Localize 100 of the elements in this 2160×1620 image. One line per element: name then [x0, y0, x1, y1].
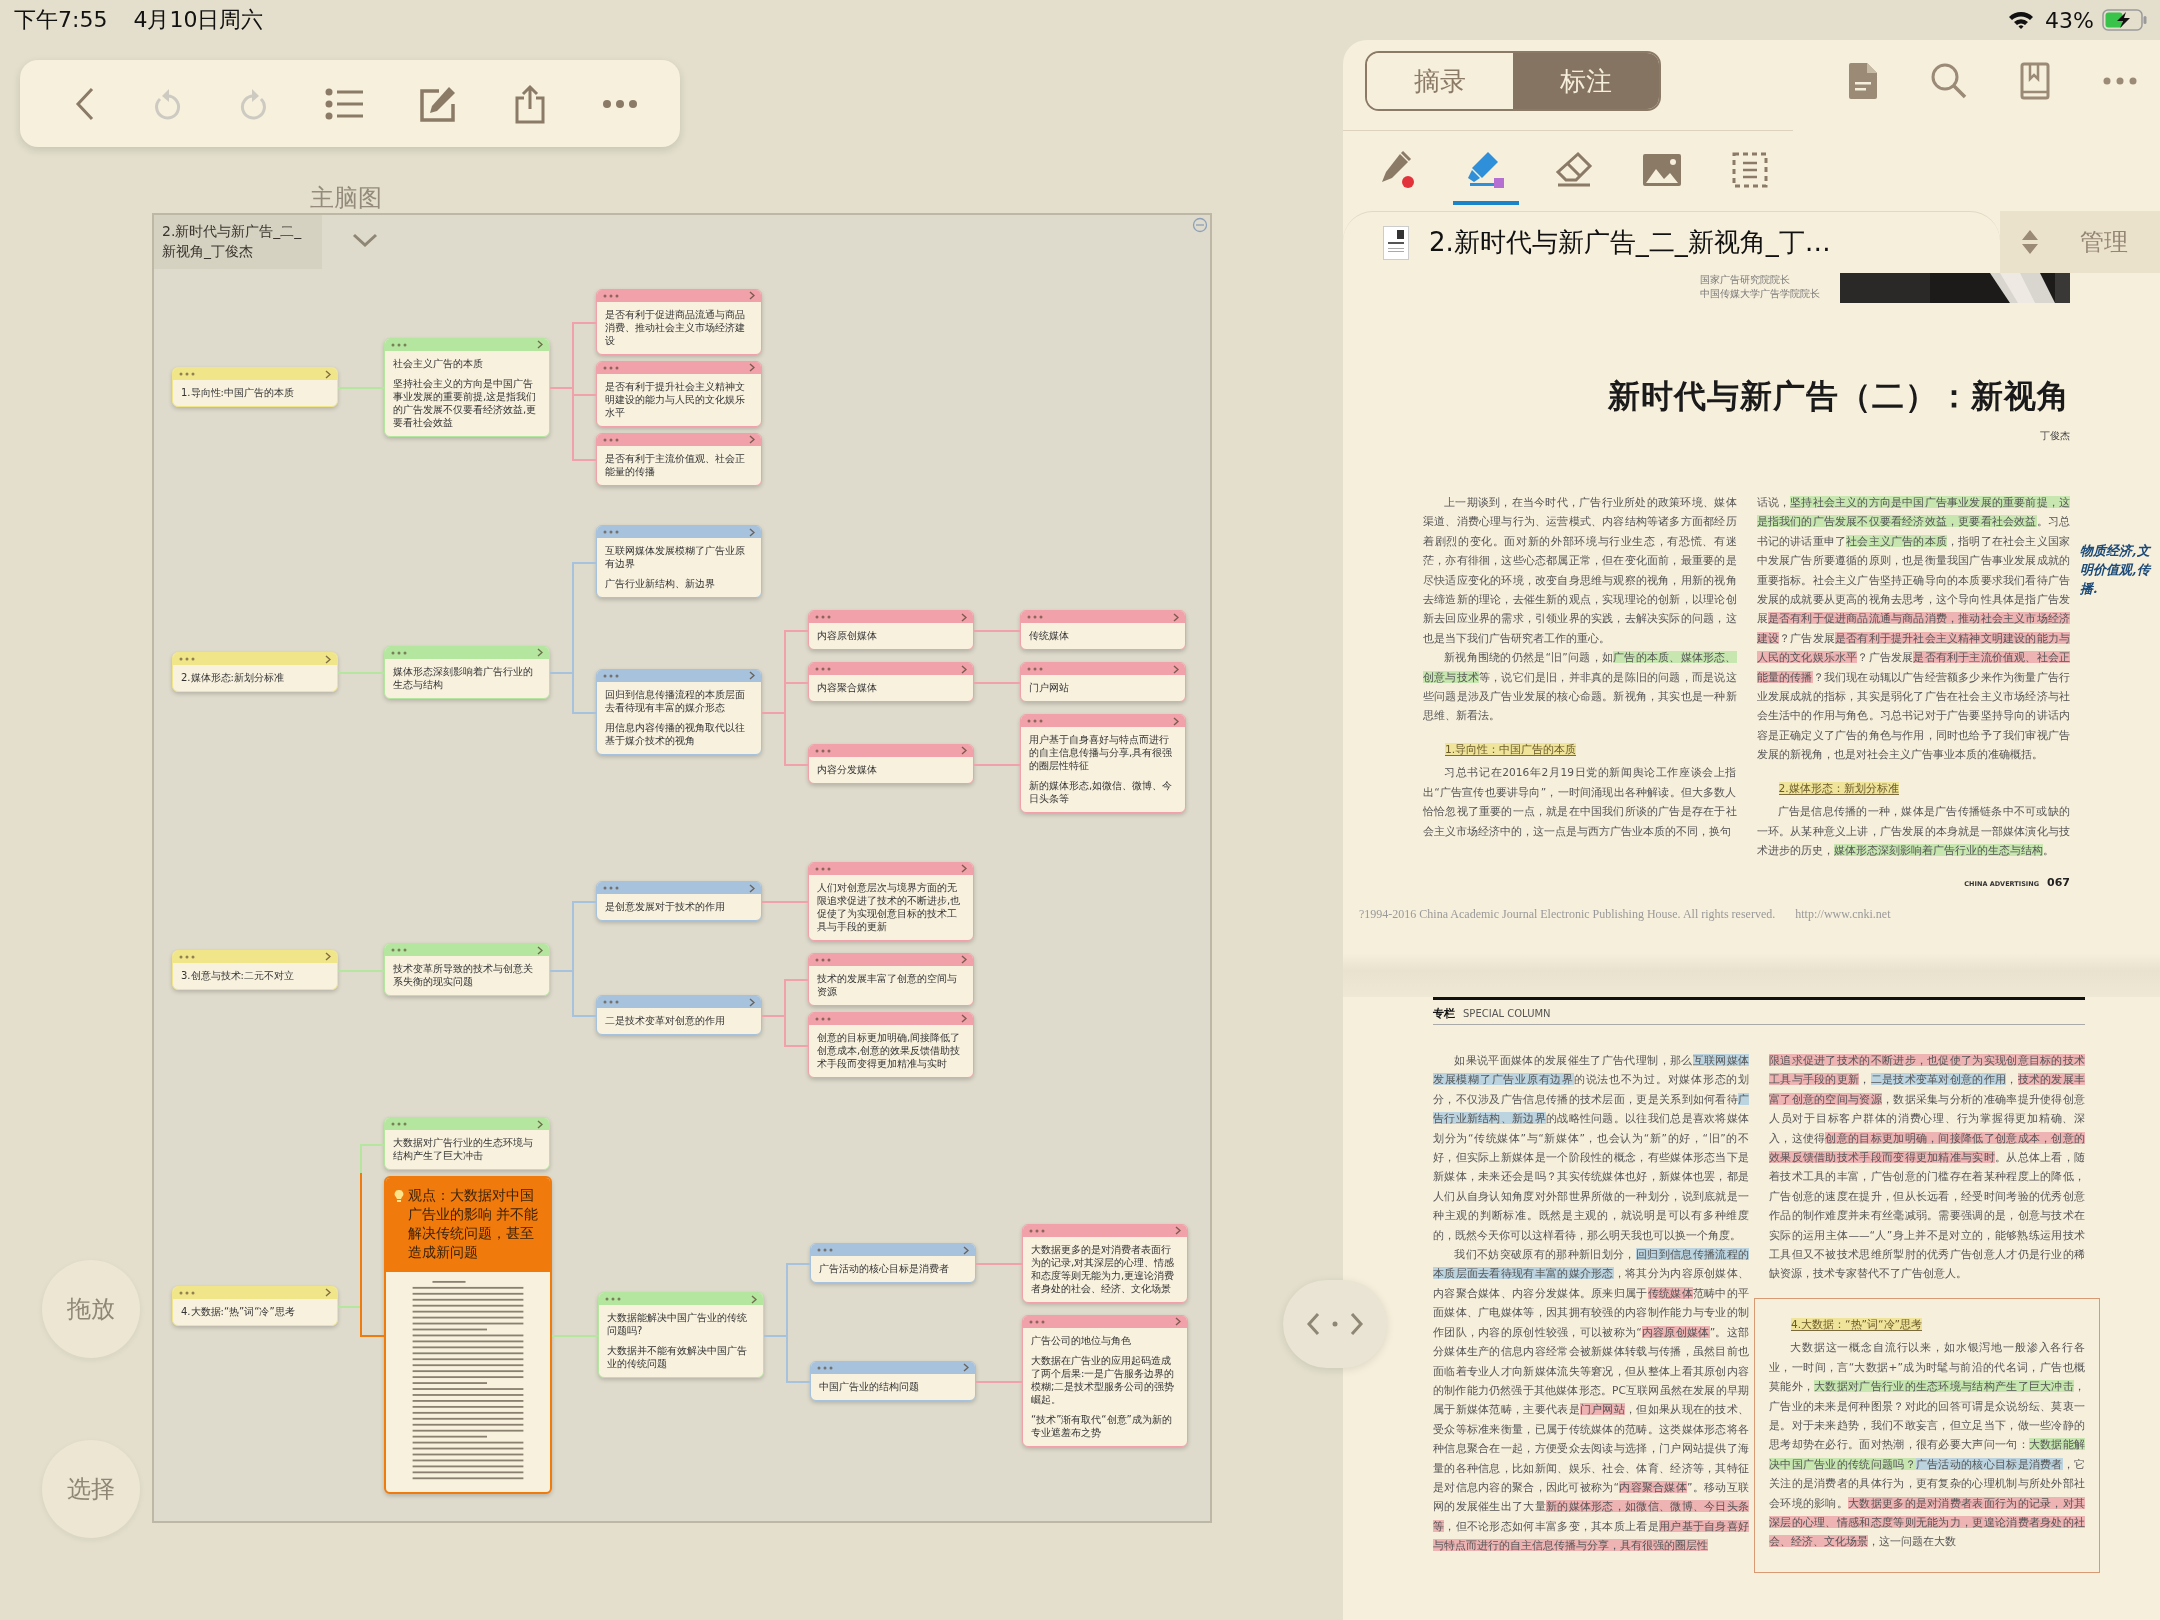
- dots-icon[interactable]: [1027, 615, 1043, 620]
- mind-map-card[interactable]: 媒体形态深刻影响着广告行业的生态与结构: [384, 645, 550, 699]
- sort-arrows-icon[interactable]: [2020, 228, 2040, 256]
- mind-map-card[interactable]: 二是技术变革对创意的作用: [596, 995, 762, 1036]
- chevron-right-icon[interactable]: [1175, 1317, 1181, 1327]
- chevron-right-icon[interactable]: [537, 1119, 543, 1129]
- chevron-right-icon[interactable]: [961, 664, 967, 674]
- dots-icon[interactable]: [603, 673, 619, 678]
- dots-icon[interactable]: [603, 530, 619, 535]
- card-text: 新的媒体形态,如微信、微博、今日头条等: [1029, 779, 1174, 806]
- chevron-right-icon[interactable]: [961, 1014, 967, 1024]
- chevron-right-icon[interactable]: [325, 369, 331, 379]
- dots-icon[interactable]: [815, 866, 831, 871]
- excerpt-card[interactable]: 观点：大数据对中国广告业的影响 并不能解决传统问题，甚至造成新问题: [384, 1176, 552, 1495]
- chevron-right-icon[interactable]: [961, 864, 967, 874]
- mind-map-card[interactable]: 创意的目标更加明确,间接降低了创意成本,创意的效果反馈借助技术手段而变得更加精准与实时: [808, 1011, 974, 1078]
- dots-icon[interactable]: [391, 948, 407, 953]
- mind-map-card[interactable]: 中国广告业的结构问题: [810, 1360, 976, 1401]
- mind-map-card[interactable]: 传统媒体: [1020, 610, 1186, 651]
- chevron-right-icon[interactable]: [537, 648, 543, 658]
- mind-map-card[interactable]: 2.媒体形态:新划分标准: [172, 652, 338, 693]
- dots-icon[interactable]: [815, 667, 831, 672]
- chevron-right-icon[interactable]: [325, 952, 331, 962]
- collapse-icon[interactable]: [1192, 217, 1208, 233]
- chevron-right-icon[interactable]: [963, 1363, 969, 1373]
- dots-icon[interactable]: [1029, 1319, 1045, 1324]
- mind-map-card[interactable]: 回归到信息传播流程的本质层面去看待现有丰富的媒介形态 用信息内容传播的视角取代以往基于媒介技术的视角: [596, 668, 762, 755]
- chevron-right-icon[interactable]: [751, 1294, 757, 1304]
- dots-icon[interactable]: [603, 437, 619, 442]
- chevron-right-icon[interactable]: [961, 612, 967, 622]
- chevron-right-icon[interactable]: [749, 363, 755, 373]
- mind-map-card[interactable]: 1.导向性:中国广告的本质: [172, 367, 338, 408]
- dots-icon[interactable]: [391, 342, 407, 347]
- mind-map-card[interactable]: 内容原创媒体: [808, 610, 974, 651]
- mind-map-card[interactable]: 内容分发媒体: [808, 743, 974, 784]
- mind-map-card[interactable]: 广告活动的核心目标是消费者: [810, 1243, 976, 1284]
- mind-map-card[interactable]: 是创意发展对于技术的作用: [596, 881, 762, 922]
- dots-icon[interactable]: [179, 1290, 195, 1295]
- mind-map-card[interactable]: 技术变革所导致的技术与创意关系失衡的现实问题: [384, 943, 550, 997]
- dots-icon[interactable]: [391, 650, 407, 655]
- dots-icon[interactable]: [817, 1248, 833, 1253]
- document-title: 2.新时代与新广告_二_新视角_丁…: [1429, 226, 1831, 259]
- dots-icon[interactable]: [1029, 1228, 1045, 1233]
- mind-map-card[interactable]: 大数据能解决中国广告业的传统问题吗? 大数据并不能有效解决中国广告业的传统问题: [598, 1292, 764, 1379]
- bookmark-book-icon[interactable]: [2020, 62, 2050, 100]
- segment-tab[interactable]: 标注: [1513, 53, 1659, 109]
- chevron-right-icon[interactable]: [1173, 716, 1179, 726]
- dots-icon[interactable]: [179, 657, 195, 662]
- chevron-right-icon[interactable]: [749, 291, 755, 301]
- dots-icon[interactable]: [1027, 719, 1043, 724]
- dots-icon[interactable]: [815, 957, 831, 962]
- mind-map-card[interactable]: 4.大数据:“热”词“冷”思考: [172, 1285, 338, 1326]
- dots-icon[interactable]: [603, 365, 619, 370]
- document-icon[interactable]: [1848, 62, 1878, 100]
- mind-map-card[interactable]: 门户网站: [1020, 662, 1186, 703]
- mind-map-card[interactable]: 内容聚合媒体: [808, 662, 974, 703]
- mind-map-card[interactable]: 是否有利于主流价值观、社会正能量的传播: [596, 432, 762, 486]
- chevron-right-icon[interactable]: [963, 1245, 969, 1255]
- dots-icon[interactable]: [815, 1016, 831, 1021]
- mind-map-card[interactable]: 3.创意与技术:二元不对立: [172, 949, 338, 990]
- dots-icon[interactable]: [605, 1297, 621, 1302]
- chevron-right-icon[interactable]: [325, 654, 331, 664]
- chevron-right-icon[interactable]: [537, 340, 543, 350]
- dots-icon[interactable]: [391, 1122, 407, 1127]
- dots-icon[interactable]: [179, 372, 195, 377]
- dots-icon[interactable]: [603, 886, 619, 891]
- search-icon[interactable]: [1930, 62, 1968, 100]
- dots-icon[interactable]: [603, 1000, 619, 1005]
- mind-map-card[interactable]: 是否有利于提升社会主义精神文明建设的能力与人民的文化娱乐水平: [596, 360, 762, 427]
- dots-icon[interactable]: [817, 1365, 833, 1370]
- mind-map-card[interactable]: 是否有利于促进商品流通与商品消费、推动社会主义市场经济建设: [596, 288, 762, 355]
- split-handle[interactable]: [1283, 1280, 1387, 1368]
- chevron-right-icon[interactable]: [961, 746, 967, 756]
- mind-map-card[interactable]: 互联网媒体发展模糊了广告业原有边界 广告行业新结构、新边界: [596, 525, 762, 599]
- mind-map-card[interactable]: 用户基于自身喜好与特点而进行的自主信息传播与分享,具有很强的圈层性特征 新的媒体形态,如微信、微博、今日头条等: [1020, 714, 1186, 814]
- dots-icon[interactable]: [179, 954, 195, 959]
- chevron-right-icon[interactable]: [749, 883, 755, 893]
- dots-icon[interactable]: [815, 615, 831, 620]
- chevron-right-icon[interactable]: [749, 527, 755, 537]
- mind-map-card[interactable]: 大数据对广告行业的生态环境与结构产生了巨大冲击: [384, 1117, 550, 1171]
- chevron-right-icon[interactable]: [325, 1288, 331, 1298]
- more-icon[interactable]: [2102, 76, 2138, 86]
- mind-map-card[interactable]: 社会主义广告的本质 坚持社会主义的方向是中国广告事业发展的重要前提,这是指我们的广告发展不仅要看经济效益,更要看社会效益: [384, 337, 550, 437]
- mind-map-card[interactable]: 大数据更多的是对消费者表面行为的记录,对其深层的心理、情感和态度等则无能为力,更遑论消费者身处的社会、经济、文化场景: [1022, 1223, 1188, 1303]
- mind-map-card[interactable]: 技术的发展丰富了创意的空间与资源: [808, 952, 974, 1006]
- chevron-right-icon[interactable]: [961, 955, 967, 965]
- mind-map-card[interactable]: 人们对创意层次与境界方面的无限追求促进了技术的不断进步,也促使了为实现创意目标的技术工具与手段的更新: [808, 861, 974, 941]
- mind-map-title[interactable]: 2.新时代与新广告_二_新视角_丁俊杰: [154, 215, 322, 269]
- chevron-right-icon[interactable]: [1173, 664, 1179, 674]
- chevron-right-icon[interactable]: [749, 671, 755, 681]
- dots-icon[interactable]: [603, 293, 619, 298]
- chevron-right-icon[interactable]: [537, 945, 543, 955]
- chevron-down-icon[interactable]: [352, 233, 378, 247]
- chevron-right-icon[interactable]: [1175, 1226, 1181, 1236]
- dots-icon[interactable]: [815, 748, 831, 753]
- mind-map-card[interactable]: 广告公司的地位与角色 大数据在广告业的应用起码造成了两个后果:一是广告服务边界的模糊;二是技术型服务公司的强势崛起。 “技术”渐有取代“创意”成为新的专业遮羞布之势: [1022, 1314, 1188, 1447]
- chevron-right-icon[interactable]: [749, 997, 755, 1007]
- chevron-right-icon[interactable]: [749, 435, 755, 445]
- dots-icon[interactable]: [1027, 667, 1043, 672]
- chevron-right-icon[interactable]: [1173, 612, 1179, 622]
